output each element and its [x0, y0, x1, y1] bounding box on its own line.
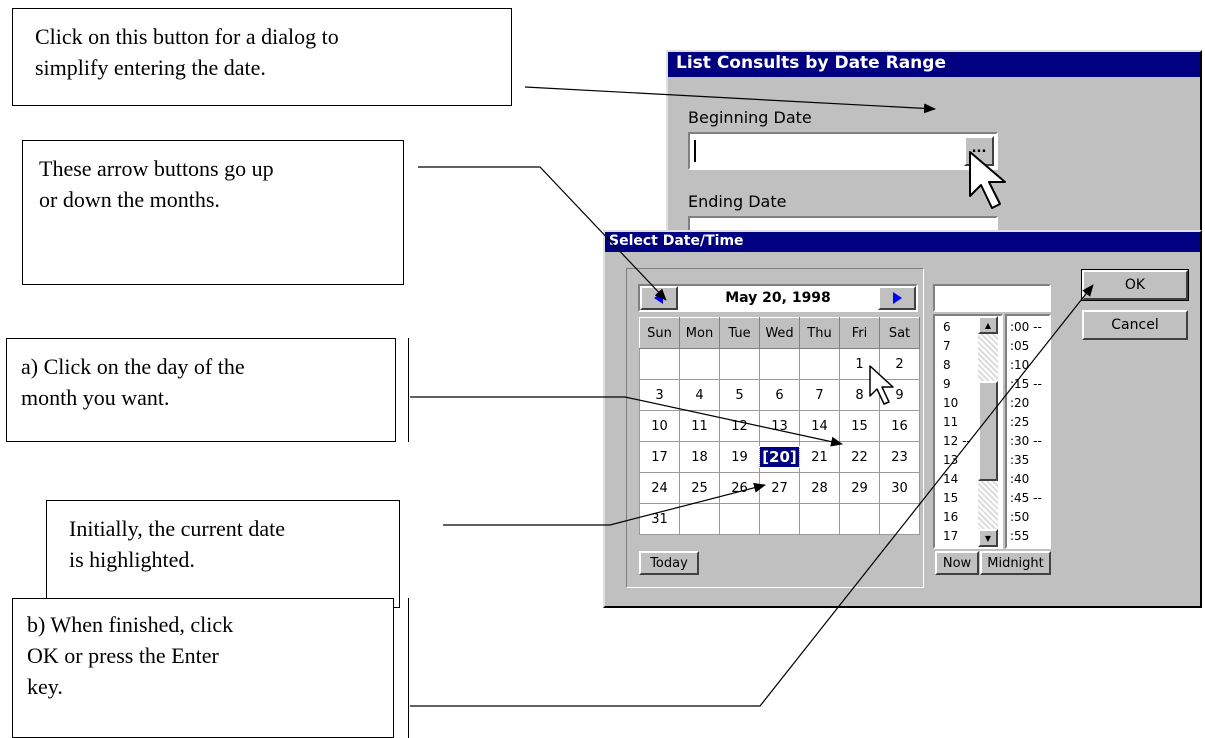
- connector-line: [524, 86, 936, 114]
- connector-line: [443, 482, 766, 526]
- connector-line: [410, 396, 843, 447]
- connector-line: [410, 86, 1094, 707]
- connector-lines: [410, 86, 1094, 707]
- connector-line: [418, 166, 667, 301]
- connector-line: [410, 284, 1094, 707]
